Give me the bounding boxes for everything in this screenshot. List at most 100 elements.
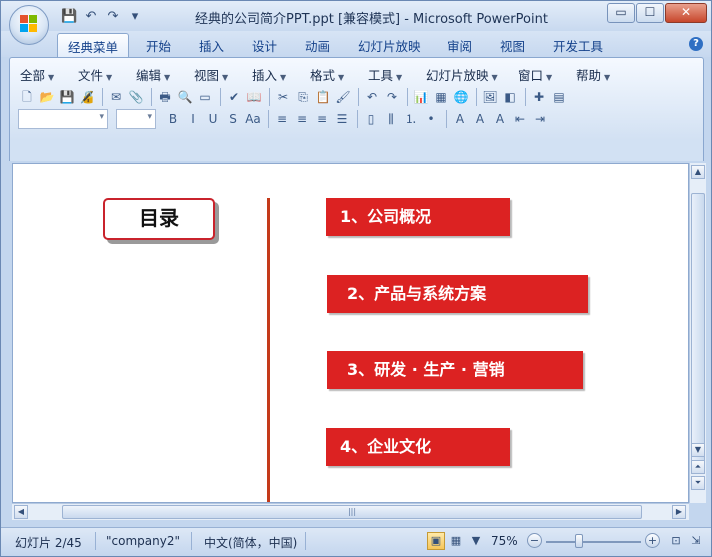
paste-icon[interactable]: 📋 [314, 88, 332, 106]
zoom-out-icon[interactable]: − [527, 533, 542, 548]
help-icon[interactable]: ? [689, 37, 703, 51]
tab-developer[interactable]: 开发工具 [553, 36, 603, 55]
tab-design[interactable]: 设计 [252, 36, 277, 55]
vertical-scroll-thumb[interactable] [691, 193, 705, 468]
justify-icon[interactable]: ☰ [333, 110, 351, 128]
slide-sorter-icon[interactable]: ▦ [447, 532, 465, 550]
increase-font-icon[interactable]: A [471, 110, 489, 128]
picture-icon[interactable]: 🖼 [481, 88, 499, 106]
maximize-button[interactable]: ☐ [636, 3, 664, 23]
menu-format[interactable]: 格式 ▼ [310, 65, 368, 84]
toc-item-3[interactable]: 3、研发 · 生产 · 营销 [327, 351, 583, 389]
minimize-button[interactable]: ▭ [607, 3, 635, 23]
slideshow-view-icon[interactable]: ▼ [467, 532, 485, 550]
menu-help[interactable]: 帮助 ▼ [576, 65, 626, 84]
cut-icon[interactable]: ✂ [274, 88, 292, 106]
permission-icon[interactable]: 🔏 [78, 88, 96, 106]
menu-all[interactable]: 全部 ▼ [20, 65, 78, 84]
save-icon[interactable]: 💾 [58, 88, 76, 106]
zoom-level[interactable]: 75% [491, 534, 518, 548]
language-indicator[interactable]: 中文(简体，中国) [204, 534, 297, 551]
print-icon[interactable]: 🖶 [156, 88, 174, 106]
spellcheck-icon[interactable]: ✔ [225, 88, 243, 106]
page-setup-icon[interactable]: ▭ [196, 88, 214, 106]
font-size-combo[interactable] [116, 109, 156, 129]
menu-insert[interactable]: 插入 ▼ [252, 65, 310, 84]
scroll-up-icon[interactable]: ▲ [691, 165, 705, 179]
underline-icon[interactable]: U [204, 110, 222, 128]
menu-tools[interactable]: 工具 ▼ [368, 65, 426, 84]
undo-icon[interactable]: ↶ [83, 9, 99, 25]
email-icon[interactable]: ✉ [107, 88, 125, 106]
slide-canvas[interactable]: 目录 1、公司概况 2、产品与系统方案 3、研发 · 生产 · 营销 4、企业文… [12, 163, 689, 503]
italic-icon[interactable]: I [184, 110, 202, 128]
change-case-icon[interactable]: Aa [244, 110, 262, 128]
menu-window[interactable]: 窗口 ▼ [518, 65, 576, 84]
close-button[interactable]: ✕ [665, 3, 707, 23]
tab-classic-menu[interactable]: 经典菜单 [57, 33, 130, 57]
menu-view[interactable]: 视图 ▼ [194, 65, 252, 84]
bold-icon[interactable]: B [164, 110, 182, 128]
customize-qat-icon[interactable]: ▾ [127, 9, 143, 25]
fit-to-window-icon[interactable]: ⊡ [667, 532, 685, 550]
copy-icon[interactable]: ⎘ [294, 88, 312, 106]
office-button[interactable] [9, 5, 49, 45]
shadow-icon[interactable]: S [224, 110, 242, 128]
hyperlink-icon[interactable]: 🌐 [452, 88, 470, 106]
toc-title-box[interactable]: 目录 [103, 198, 215, 240]
open-icon[interactable]: 📂 [38, 88, 56, 106]
tab-review[interactable]: 审阅 [447, 36, 472, 55]
toc-item-2[interactable]: 2、产品与系统方案 [327, 275, 588, 313]
columns-icon[interactable]: ⫼ [382, 110, 400, 128]
research-icon[interactable]: 📖 [245, 88, 263, 106]
zoom-slider-track[interactable] [546, 541, 641, 543]
align-right-icon[interactable]: ≡ [313, 110, 331, 128]
horizontal-scrollbar[interactable]: ◀ ||| ▶ [12, 503, 689, 520]
table-icon[interactable]: ▦ [432, 88, 450, 106]
toc-item-4[interactable]: 4、企业文化 [326, 428, 510, 466]
numbering-icon[interactable]: ⒈ [402, 110, 420, 128]
color-grayscale-icon[interactable]: ◧ [501, 88, 519, 106]
increase-indent-icon[interactable]: ⇥ [531, 110, 549, 128]
tab-animation[interactable]: 动画 [305, 36, 330, 55]
redo-icon[interactable]: ↷ [105, 9, 121, 25]
slide-design-icon[interactable]: ▤ [550, 88, 568, 106]
save-icon[interactable]: 💾 [61, 9, 77, 25]
bullets-icon[interactable]: • [422, 110, 440, 128]
align-center-icon[interactable]: ≡ [293, 110, 311, 128]
tab-slideshow[interactable]: 幻灯片放映 [358, 36, 421, 55]
attach-icon[interactable]: 📎 [127, 88, 145, 106]
resize-grip-icon[interactable]: ⇲ [687, 532, 705, 550]
text-box-icon[interactable]: ▯ [362, 110, 380, 128]
scroll-right-icon[interactable]: ▶ [672, 505, 686, 519]
new-icon[interactable]: 🗋 [18, 88, 36, 106]
vertical-scrollbar[interactable]: ▲ ▼ ⏶ ⏷ [689, 163, 706, 503]
menu-file[interactable]: 文件 ▼ [78, 65, 136, 84]
horizontal-scroll-thumb[interactable]: ||| [62, 505, 642, 519]
zoom-slider-thumb[interactable] [575, 534, 583, 548]
normal-view-icon[interactable]: ▣ [427, 532, 445, 550]
menu-slideshow[interactable]: 幻灯片放映 ▼ [426, 65, 518, 84]
menu-edit[interactable]: 编辑 ▼ [136, 65, 194, 84]
zoom-in-icon[interactable]: + [645, 533, 660, 548]
scroll-left-icon[interactable]: ◀ [14, 505, 28, 519]
previous-slide-icon[interactable]: ⏶ [691, 460, 705, 474]
chart-icon[interactable]: 📊 [412, 88, 430, 106]
decrease-indent-icon[interactable]: ⇤ [511, 110, 529, 128]
new-slide-icon[interactable]: ✚ [530, 88, 548, 106]
tab-insert[interactable]: 插入 [199, 36, 224, 55]
undo-icon[interactable]: ↶ [363, 88, 381, 106]
scroll-down-icon[interactable]: ▼ [691, 443, 705, 457]
redo-icon[interactable]: ↷ [383, 88, 401, 106]
print-preview-icon[interactable]: 🔍 [176, 88, 194, 106]
font-color-icon[interactable]: A [451, 110, 469, 128]
align-left-icon[interactable]: ≡ [273, 110, 291, 128]
decrease-font-icon[interactable]: A [491, 110, 509, 128]
font-name-combo[interactable] [18, 109, 108, 129]
next-slide-icon[interactable]: ⏷ [691, 476, 705, 490]
tab-home[interactable]: 开始 [146, 36, 171, 55]
format-painter-icon[interactable]: 🖌 [334, 88, 352, 106]
tab-view[interactable]: 视图 [500, 36, 525, 55]
toc-item-1[interactable]: 1、公司概况 [326, 198, 510, 236]
theme-name[interactable]: "company2" [106, 534, 180, 548]
